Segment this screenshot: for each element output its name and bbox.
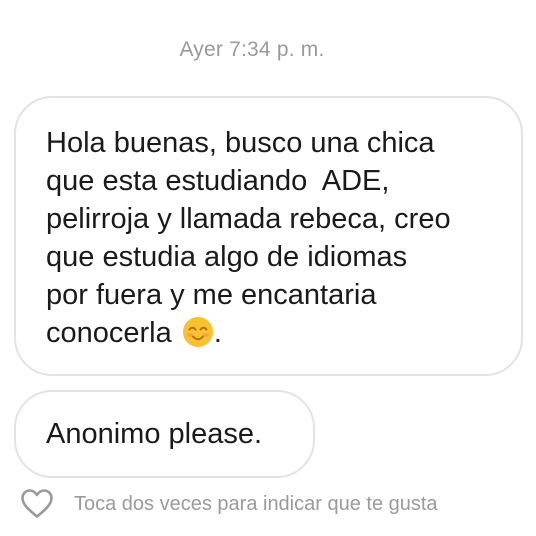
like-hint-text: Toca dos veces para indicar que te gusta (74, 492, 438, 515)
message-line: que estudia algo de idiomas (46, 241, 408, 273)
message-trailing-period: . (213, 317, 222, 349)
message-text: Anonimo please. (46, 418, 263, 450)
message-timestamp: Ayer 7:34 p. m. (179, 38, 325, 61)
heart-outline-icon[interactable] (20, 487, 54, 521)
message-line-last: conocerla . (46, 314, 495, 352)
message-line-text: conocerla (46, 317, 172, 349)
message-line: pelirroja y llamada rebeca, creo (46, 203, 451, 235)
message-bubble[interactable]: Anonimo please. (14, 390, 315, 478)
like-hint-row[interactable]: Toca dos veces para indicar que te gusta (20, 484, 438, 524)
message-line: que esta estudiando ADE, (46, 165, 390, 197)
message-line: Hola buenas, busco una chica (46, 127, 435, 159)
message-line: por fuera y me encantaria (46, 279, 377, 311)
message-bubble[interactable]: Hola buenas, busco una chica que esta es… (14, 96, 523, 376)
smiling-face-emoji-icon (182, 317, 213, 347)
